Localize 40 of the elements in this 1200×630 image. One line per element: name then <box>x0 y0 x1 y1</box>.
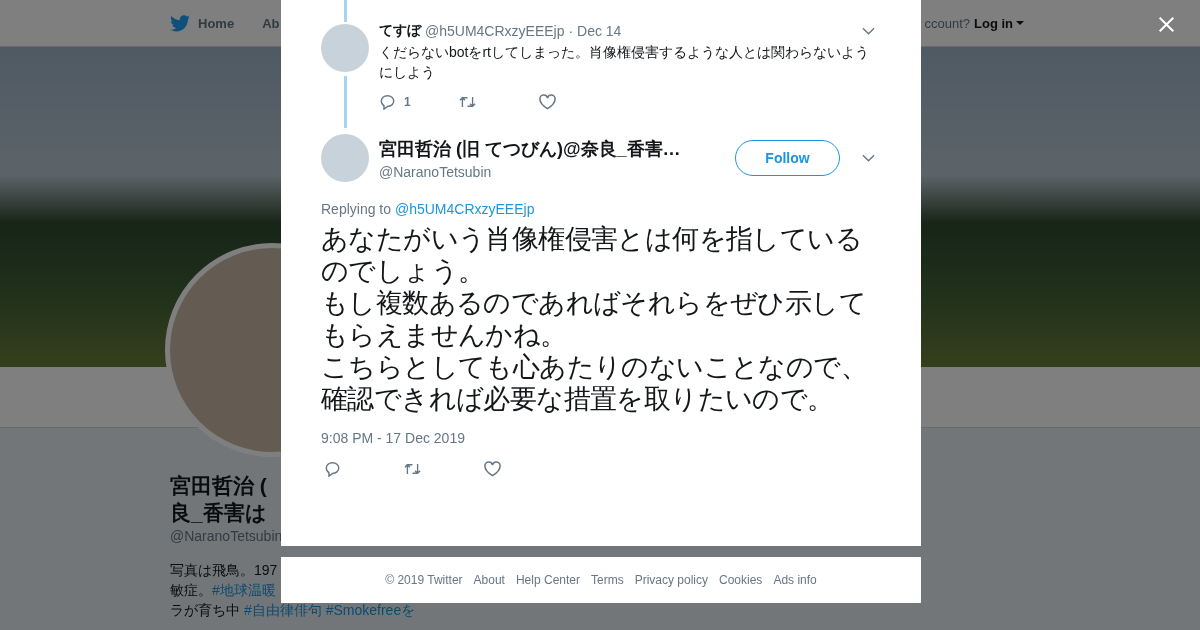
tweet-date[interactable]: · Dec 14 <box>568 23 622 39</box>
tweet-text: くだらないbotをrtしてしまった。肖像権侵害するような人とは関わらないようにしよう <box>379 43 870 82</box>
tweet-paragraph: もし複数あるのであればそれらをぜひ示してもらえませんかね。 <box>321 287 867 351</box>
profile-name: 宮田哲治 ( 良_香害は <box>170 473 267 526</box>
close-icon[interactable] <box>1158 16 1175 33</box>
footer-link[interactable]: About <box>473 573 505 587</box>
nav-link[interactable]: Home <box>198 15 235 31</box>
footer-link[interactable]: Cookies <box>719 573 763 587</box>
retweet-icon[interactable] <box>459 94 476 110</box>
footer-link[interactable]: Help Center <box>515 573 580 587</box>
user-handle[interactable]: @h5UM4CRxzyEEEjp <box>425 23 565 39</box>
mention-link[interactable]: @h5UM4CRxzyEEEjp <box>394 201 535 217</box>
footer-link[interactable]: © 2019 Twitter <box>385 573 463 587</box>
follow-button[interactable]: Follow <box>735 140 840 176</box>
retweet-icon[interactable] <box>404 461 421 477</box>
chevron-icon[interactable] <box>862 154 875 162</box>
reply-icon[interactable] <box>379 94 396 110</box>
chevron-icon[interactable] <box>862 27 875 35</box>
bio-line: 写真は飛鳥。197 <box>170 561 278 580</box>
heart-icon[interactable] <box>539 94 556 110</box>
user-handle[interactable]: @NaranoTetsubin <box>379 163 725 180</box>
login-link[interactable]: Log in <box>974 15 1024 31</box>
account-prompt: ccount? <box>924 15 970 31</box>
profile-handle: @NaranoTetsubin <box>170 528 284 544</box>
bio-line: ラが育ち中 #自由律俳句 #Smokefreeを <box>170 601 416 620</box>
replying-label: Replying to <box>321 201 392 217</box>
user-name[interactable]: 宮田哲治 (旧 てつびん)@奈良_香害… <box>379 136 725 161</box>
footer-link[interactable]: Privacy policy <box>634 573 708 587</box>
footer-link[interactable]: Terms <box>591 573 624 587</box>
reply-count: 1 <box>404 95 411 109</box>
tweet-paragraph: あなたがいう肖像権侵害とは何を指しているのでしょう。 <box>321 223 863 287</box>
bio-line: 敏症。#地球温暖 <box>170 581 276 600</box>
tweet-timestamp[interactable]: 9:08 PM - 17 Dec 2019 <box>321 430 465 446</box>
caret-icon <box>1016 21 1024 25</box>
reply-icon[interactable] <box>324 461 341 477</box>
heart-icon[interactable] <box>484 461 501 477</box>
nav-link[interactable]: Ab <box>262 15 280 31</box>
user-name[interactable]: てすぼ <box>379 22 421 40</box>
footer-link[interactable]: Ads info <box>773 573 817 587</box>
tweet-paragraph: こちらとしても心あたりのないことなので、確認できれば必要な措置を取りたいので。 <box>321 351 868 415</box>
